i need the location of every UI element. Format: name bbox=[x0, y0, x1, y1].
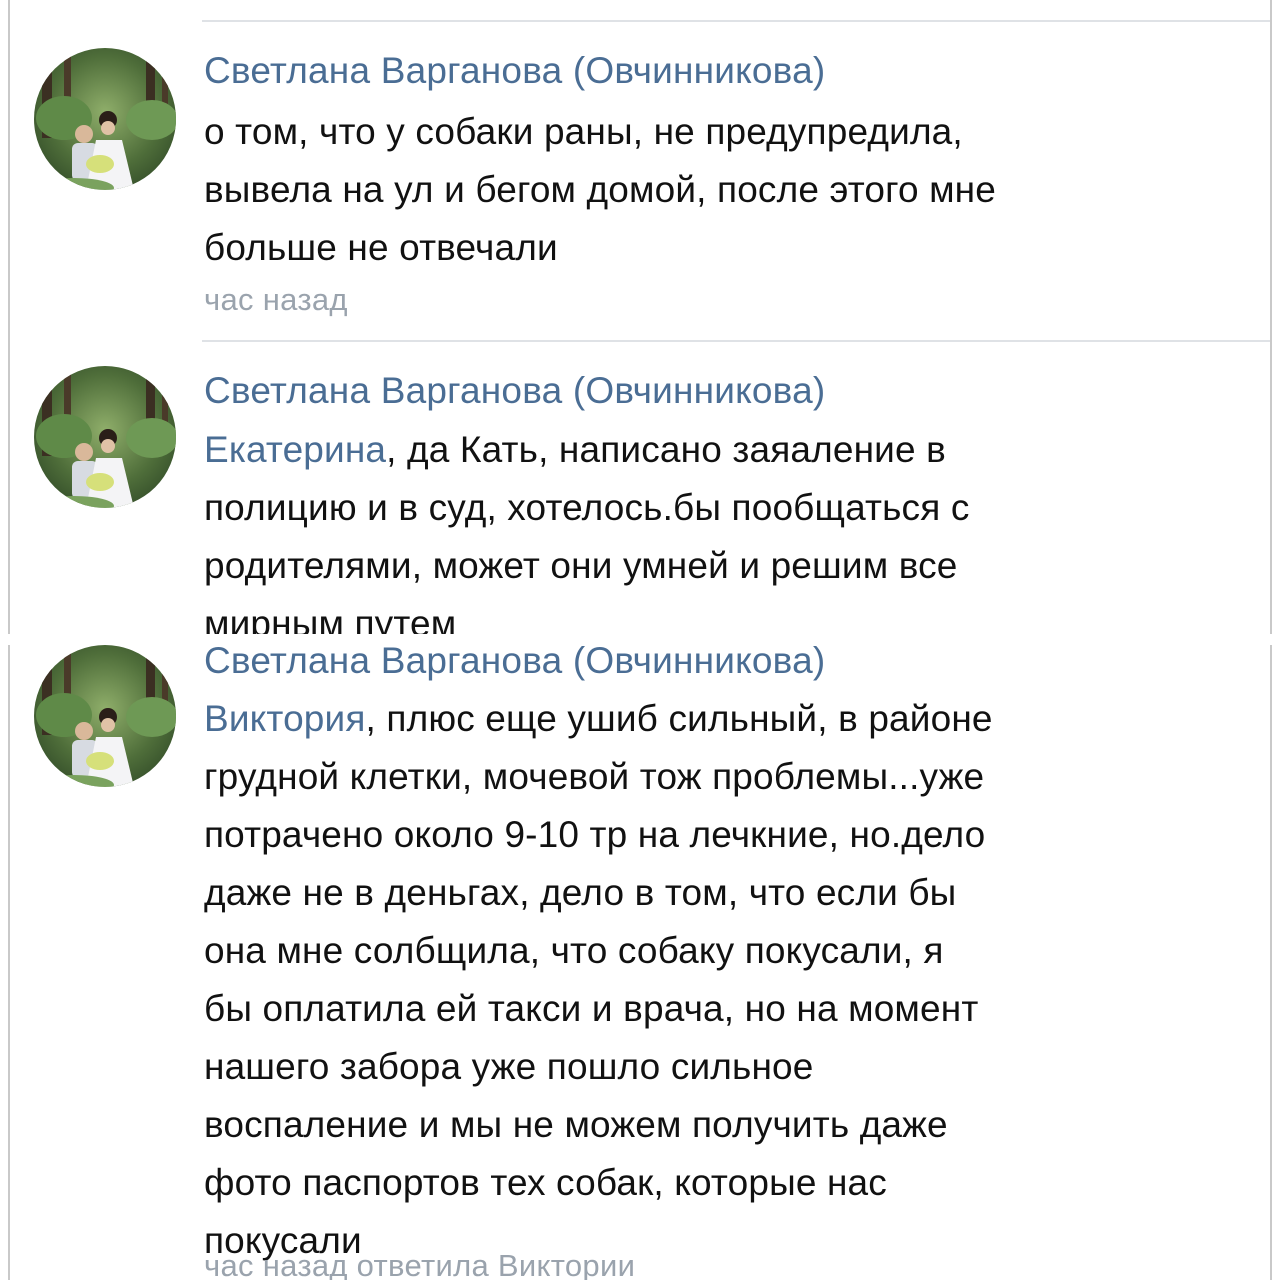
avatar-photo-icon bbox=[34, 645, 176, 787]
avatar-photo-icon bbox=[34, 48, 176, 190]
user-photo-avatar[interactable] bbox=[34, 645, 176, 787]
comment-author[interactable]: Светлана Варганова (Овчинникова) bbox=[204, 371, 825, 411]
comments-panel-top: Светлана Варганова (Овчинникова) о том, … bbox=[8, 0, 1272, 634]
mention-link[interactable]: Виктория bbox=[204, 698, 366, 739]
comment-text-line: бы оплатила ей такси и врача, но на моме… bbox=[204, 988, 979, 1029]
comment-timestamp[interactable]: час назад bbox=[204, 282, 348, 318]
comment-text-line: потрачено около 9-10 тр на лечкние, но.д… bbox=[204, 814, 986, 855]
user-photo-avatar[interactable] bbox=[34, 48, 176, 190]
comment-text-line: даже не в деньгах, дело в том, что если … bbox=[204, 872, 957, 913]
comment-text-line: воспаление и мы не можем получить даже bbox=[204, 1104, 948, 1145]
comment-timestamp[interactable]: час назад ответила Виктории bbox=[204, 1248, 635, 1280]
comment-text-line: полицию и в суд, хотелось.бы пообщаться … bbox=[204, 487, 970, 528]
comment-text: Виктория, плюс еще ушиб сильный, в район… bbox=[204, 690, 1254, 1270]
comment-text-line: о том, что у собаки раны, не предупредил… bbox=[204, 111, 963, 152]
comment-text-line: мирным путем bbox=[204, 603, 457, 634]
comment-author[interactable]: Светлана Варганова (Овчинникова) bbox=[204, 51, 825, 91]
comment-text-line: родителями, может они умней и решим все bbox=[204, 545, 958, 586]
comment-text-line: больше не отвечали bbox=[204, 227, 558, 268]
screenshot-divider bbox=[0, 634, 1280, 645]
comment-text-line: грудной клетки, мочевой тож проблемы...у… bbox=[204, 756, 985, 797]
comment-text: о том, что у собаки раны, не предупредил… bbox=[204, 103, 1254, 277]
comment-separator bbox=[202, 340, 1270, 342]
comment-text-line: Екатерина, да Кать, написано заяаление в bbox=[204, 421, 1254, 479]
comment-text-line: фото паспортов тех собак, которые нас bbox=[204, 1162, 887, 1203]
mention-link[interactable]: Екатерина bbox=[204, 429, 386, 470]
comment-separator bbox=[202, 20, 1270, 22]
comment-text-line: Виктория, плюс еще ушиб сильный, в район… bbox=[204, 690, 1254, 748]
comment-text-line: нашего забора уже пошло сильное bbox=[204, 1046, 814, 1087]
comment-text-line: вывела на ул и бегом домой, после этого … bbox=[204, 169, 996, 210]
comment-text-segment: , плюс еще ушиб сильный, в районе bbox=[365, 698, 993, 739]
comment-text-line: она мне солбщила, что собаку покусали, я bbox=[204, 930, 944, 971]
comments-panel-bottom: Светлана Варганова (Овчинникова) Виктори… bbox=[8, 645, 1272, 1280]
user-photo-avatar[interactable] bbox=[34, 366, 176, 508]
avatar-photo-icon bbox=[34, 366, 176, 508]
comment-text: Екатерина, да Кать, написано заяаление в… bbox=[204, 421, 1254, 634]
comment-author[interactable]: Светлана Варганова (Овчинникова) bbox=[204, 645, 825, 681]
comment-text-segment: , да Кать, написано заяаление в bbox=[386, 429, 946, 470]
